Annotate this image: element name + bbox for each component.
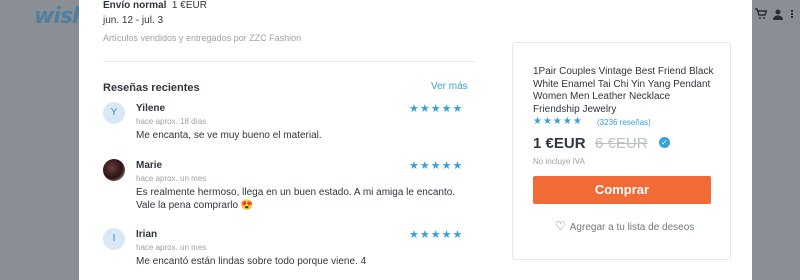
review-stars: ★★★★★ bbox=[409, 103, 464, 115]
purchase-card: 1Pair Couples Vintage Best Friend Black … bbox=[512, 42, 731, 260]
review-text: Me encanta, se ve muy bueno el material. bbox=[136, 130, 322, 141]
shipping-dates: jun. 12 - jul. 3 bbox=[103, 15, 164, 26]
see-more-link[interactable]: Ver más bbox=[431, 81, 468, 92]
review-stars: ★★★★★ bbox=[409, 229, 464, 241]
product-rating-stars: ★★★★★ bbox=[533, 116, 583, 127]
review-text: Es realmente hermoso, llega en un buen e… bbox=[136, 187, 456, 211]
seller-info: Artículos vendidos y entregados por ZZC … bbox=[103, 33, 302, 43]
product-title: 1Pair Couples Vintage Best Friend Black … bbox=[533, 66, 714, 115]
original-price: 6 €EUR bbox=[595, 135, 648, 152]
review-time: hace aprox. un mes bbox=[136, 243, 207, 252]
heart-icon: ♡ bbox=[555, 219, 566, 233]
reviewer-name: Yilene bbox=[136, 103, 166, 114]
product-modal: Envío normal 1 €EUR jun. 12 - jul. 3 Art… bbox=[79, 0, 752, 280]
avatar: I bbox=[103, 228, 125, 250]
shipping-price: 1 €EUR bbox=[171, 0, 207, 11]
product-price: 1 €EUR bbox=[533, 135, 586, 152]
tax-note: No incluye IVA bbox=[533, 157, 585, 166]
avatar: Y bbox=[103, 102, 125, 124]
user-icon[interactable] bbox=[772, 8, 784, 20]
shipping-label: Envío normal bbox=[103, 0, 167, 11]
verified-check-icon: ✓ bbox=[659, 137, 670, 148]
rating-count-link[interactable]: (3236 reseñas) bbox=[597, 118, 651, 127]
add-to-wishlist-link[interactable]: ♡ Agregar a tu lista de deseos bbox=[555, 219, 694, 233]
review-text: Me encantó están lindas sobre todo porqu… bbox=[136, 256, 367, 267]
review-time: hace aprox. un mes bbox=[136, 174, 207, 183]
wishlist-label: Agregar a tu lista de deseos bbox=[569, 222, 695, 233]
cart-icon[interactable] bbox=[755, 8, 768, 20]
review-stars: ★★★★★ bbox=[409, 160, 464, 172]
more-icon[interactable] bbox=[790, 8, 800, 20]
review-time: hace aprox. 18 días bbox=[136, 117, 207, 126]
shipping-line: Envío normal 1 €EUR bbox=[103, 0, 207, 11]
reviewer-name: Marie bbox=[136, 160, 163, 171]
reviews-title: Reseñas recientes bbox=[103, 82, 200, 94]
reviewer-name: Irian bbox=[136, 229, 158, 240]
divider bbox=[103, 61, 475, 62]
buy-button[interactable]: Comprar bbox=[533, 176, 711, 204]
avatar bbox=[103, 159, 125, 181]
